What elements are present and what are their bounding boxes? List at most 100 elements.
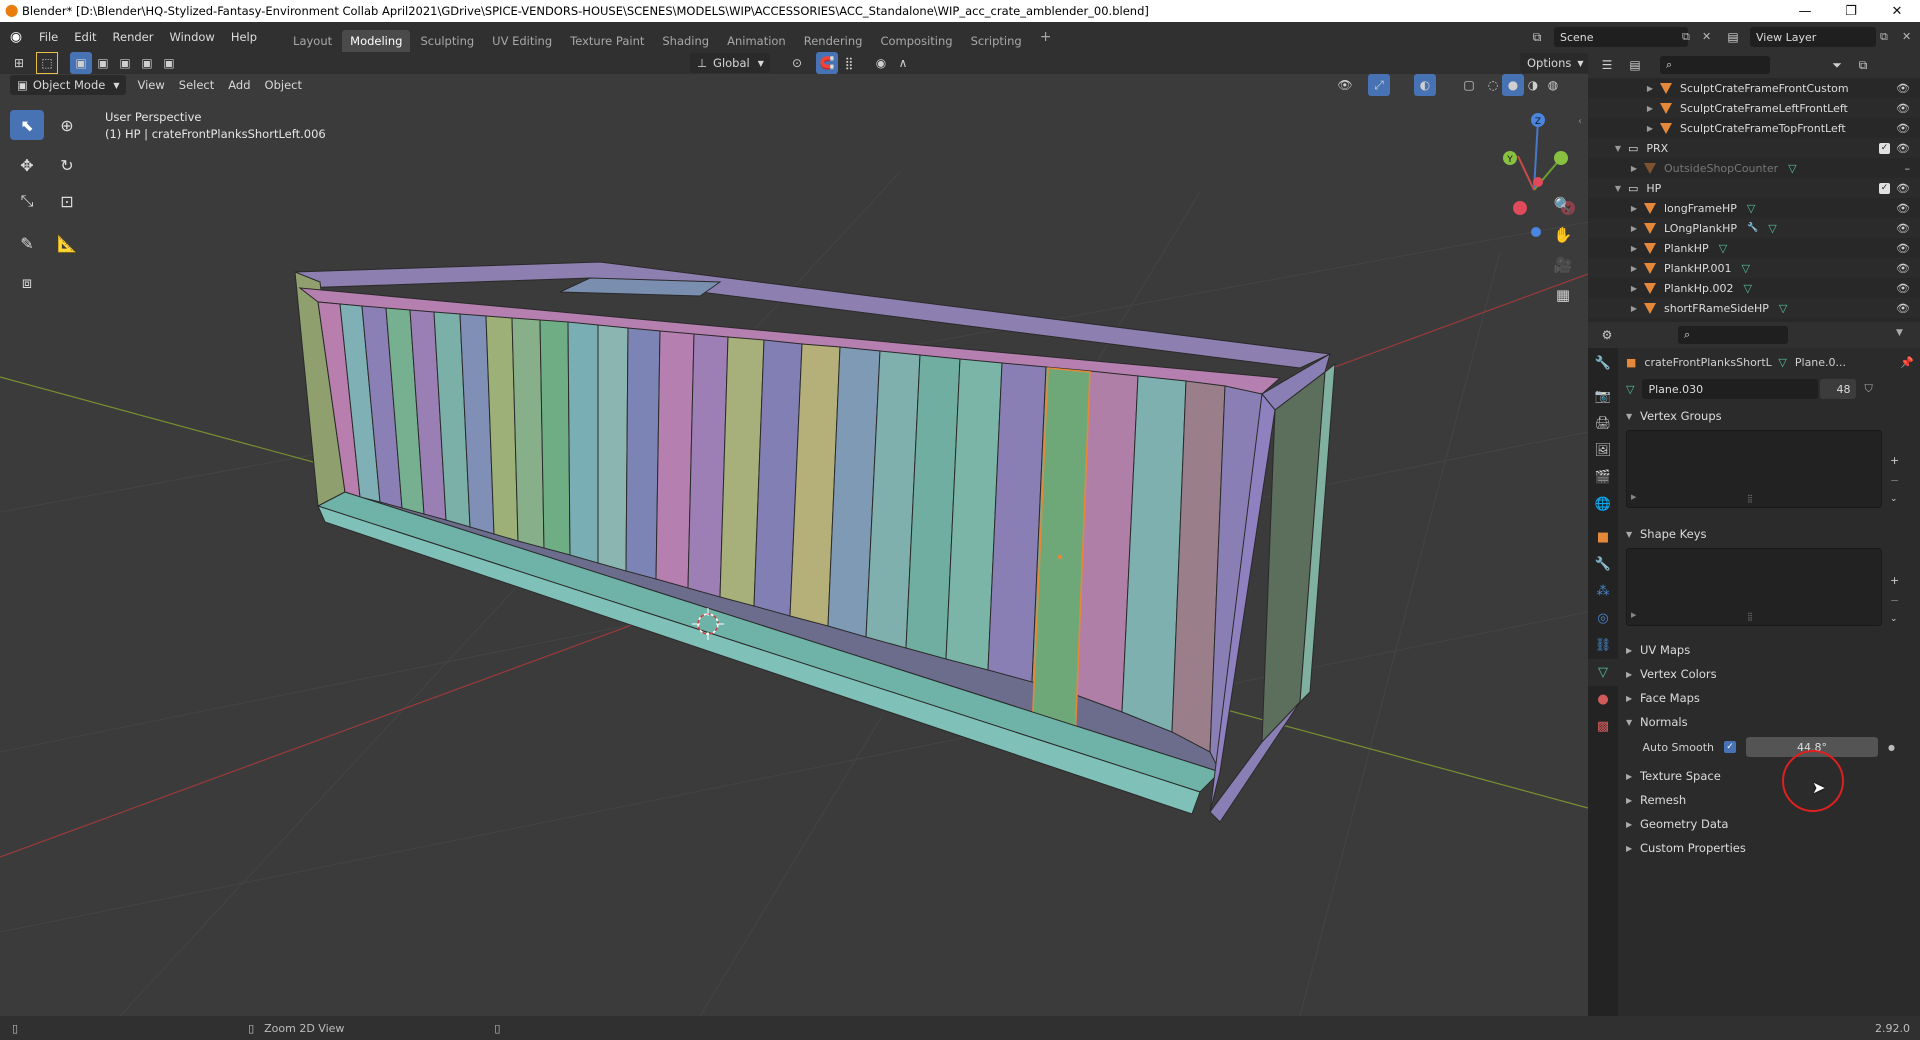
- menu-render[interactable]: Render: [105, 22, 162, 52]
- remove-shape-key-button[interactable]: −: [1890, 594, 1899, 607]
- outliner-item[interactable]: ▶ PlankHP ▽ 👁: [1588, 238, 1920, 258]
- mesh-data-icon[interactable]: ▽: [1779, 302, 1787, 315]
- 3d-viewport[interactable]: Z Y X ⊞ ⬚ ▣ ▣ ▣ ▣ ▣ ⊥ Global ▼ ⊙ 🧲 ⣿ ◉ ∧…: [0, 52, 1588, 1016]
- menu-edit[interactable]: Edit: [66, 22, 104, 52]
- add-cube-tool-icon[interactable]: ⧈: [10, 268, 44, 298]
- chevron-right-icon[interactable]: ▶: [1631, 493, 1636, 501]
- outliner-item[interactable]: ▶ SculptCrateFrameLeftFrontLeft 👁: [1588, 98, 1920, 118]
- chevron-right-icon[interactable]: ▶: [1628, 204, 1640, 213]
- visibility-eye-icon[interactable]: 👁: [1896, 122, 1910, 135]
- scale-tool-icon[interactable]: ⤡: [10, 186, 44, 216]
- tab-compositing[interactable]: Compositing: [872, 30, 960, 52]
- menu-help[interactable]: Help: [223, 22, 265, 52]
- exclude-checkbox[interactable]: ✓: [1879, 142, 1890, 154]
- user-count-badge[interactable]: 48: [1820, 379, 1857, 399]
- render-tab-icon[interactable]: 📷: [1588, 383, 1618, 410]
- outliner-item[interactable]: ▶ longFrameHP ▽ 👁: [1588, 198, 1920, 218]
- chevron-right-icon[interactable]: ▶: [1644, 104, 1656, 113]
- shading-wireframe-icon[interactable]: ◌: [1482, 74, 1504, 96]
- outliner-item[interactable]: ▶ PlankHP.001 ▽ 👁: [1588, 258, 1920, 278]
- shading-material-icon[interactable]: ◑: [1522, 74, 1544, 96]
- new-collection-icon[interactable]: ⧉: [1852, 54, 1874, 76]
- chevron-right-icon[interactable]: ▶: [1628, 224, 1640, 233]
- transform-tool-icon[interactable]: ⊡: [50, 186, 84, 216]
- mesh-data-icon[interactable]: ▽: [1741, 262, 1749, 275]
- particles-tab-icon[interactable]: ⁂: [1588, 578, 1618, 605]
- outliner-item[interactable]: ▶ OutsideShopCounter ▽ –: [1588, 158, 1920, 178]
- shape-keys-panel-header[interactable]: ▼ Shape Keys: [1618, 522, 1920, 546]
- mesh-browse-icon[interactable]: ▽: [1626, 383, 1634, 396]
- chevron-right-icon[interactable]: ▶: [1628, 304, 1640, 313]
- blender-menu-icon[interactable]: ◉: [5, 26, 27, 48]
- tab-rendering[interactable]: Rendering: [796, 30, 871, 52]
- chevron-right-icon[interactable]: ▶: [1644, 84, 1656, 93]
- scene-icon[interactable]: ⧉: [1526, 26, 1548, 48]
- vertex-groups-list[interactable]: ▶ ⣿: [1626, 430, 1882, 508]
- annotate-tool-icon[interactable]: ✎: [10, 228, 44, 258]
- snap-target-icon[interactable]: ⣿: [838, 52, 860, 74]
- vertex-groups-panel-header[interactable]: ▼ Vertex Groups: [1618, 404, 1920, 428]
- pivot-point-icon[interactable]: ⊙: [786, 52, 808, 74]
- tab-sculpting[interactable]: Sculpting: [412, 30, 482, 52]
- mode-invert-icon[interactable]: ▣: [136, 52, 158, 74]
- pan-hand-icon[interactable]: ✋: [1550, 222, 1576, 248]
- mesh-data-icon[interactable]: ▽: [1719, 242, 1727, 255]
- proportional-edit-icon[interactable]: ◉: [870, 52, 892, 74]
- ortho-grid-icon[interactable]: ▦: [1550, 282, 1576, 308]
- snap-toggle-icon[interactable]: 🧲: [816, 52, 838, 74]
- mesh-data-icon[interactable]: ▽: [1768, 222, 1776, 235]
- viewport-menu-select[interactable]: Select: [172, 75, 221, 95]
- maximize-button[interactable]: ❐: [1828, 0, 1874, 22]
- keyframe-dot-icon[interactable]: ●: [1888, 743, 1895, 752]
- visibility-eye-icon[interactable]: 👁: [1896, 82, 1910, 95]
- constraints-tab-icon[interactable]: ⛓: [1588, 632, 1618, 659]
- object-mode-dropdown[interactable]: ▣ Object Mode ▼: [10, 75, 127, 95]
- shading-rendered-icon[interactable]: ◍: [1542, 74, 1564, 96]
- visibility-eye-icon[interactable]: 👁: [1896, 182, 1910, 195]
- shape-keys-list[interactable]: ▶ ⣿: [1626, 548, 1882, 626]
- properties-editor-icon[interactable]: ⚙: [1596, 324, 1618, 346]
- view-layer-selector[interactable]: View Layer: [1750, 27, 1876, 47]
- chevron-down-icon[interactable]: ▼: [1612, 144, 1624, 153]
- world-tab-icon[interactable]: 🌐: [1588, 491, 1618, 518]
- zoom-icon[interactable]: 🔍: [1550, 192, 1576, 218]
- chevron-right-icon[interactable]: ▶: [1644, 124, 1656, 133]
- chevron-down-icon[interactable]: ▼: [1612, 184, 1624, 193]
- object-tab-icon[interactable]: ■: [1588, 524, 1618, 551]
- camera-view-icon[interactable]: 🎥: [1550, 252, 1576, 278]
- output-tab-icon[interactable]: 🖨: [1588, 410, 1618, 437]
- select-box-tool-icon[interactable]: ⬚: [36, 52, 58, 74]
- sidebar-toggle-icon[interactable]: ‹: [1578, 116, 1582, 127]
- viewport-scene[interactable]: Z Y X: [0, 52, 1588, 1016]
- add-workspace-button[interactable]: +: [1032, 26, 1060, 48]
- texture-tab-icon[interactable]: ▩: [1588, 713, 1618, 740]
- visibility-eye-icon[interactable]: 👁: [1896, 142, 1910, 155]
- gizmo-toggle-icon[interactable]: ⤢: [1368, 74, 1390, 96]
- visibility-icon[interactable]: 👁: [1334, 74, 1356, 96]
- xray-toggle-icon[interactable]: ▢: [1458, 74, 1480, 96]
- viewport-menu-view[interactable]: View: [130, 75, 171, 95]
- tab-modeling[interactable]: Modeling: [342, 30, 411, 52]
- menu-window[interactable]: Window: [161, 22, 222, 52]
- scene-tab-icon[interactable]: 🎬: [1588, 464, 1618, 491]
- visibility-eye-icon[interactable]: 👁: [1896, 242, 1910, 255]
- mode-subtract-icon[interactable]: ▣: [114, 52, 136, 74]
- visibility-eye-icon[interactable]: 👁: [1896, 302, 1910, 315]
- mesh-data-icon[interactable]: ▽: [1788, 162, 1796, 175]
- outliner-item[interactable]: ▼ ▭ PRX ✓ 👁: [1588, 138, 1920, 158]
- pin-icon[interactable]: 📌: [1900, 356, 1914, 369]
- menu-file[interactable]: File: [31, 22, 66, 52]
- mesh-data-icon[interactable]: ▽: [1747, 202, 1755, 215]
- transform-orientation-dropdown[interactable]: ⊥ Global ▼: [690, 53, 770, 73]
- outliner-search-input[interactable]: ⌕: [1660, 56, 1770, 74]
- tab-texture-paint[interactable]: Texture Paint: [562, 30, 652, 52]
- tab-uv-editing[interactable]: UV Editing: [484, 30, 560, 52]
- delete-view-layer-icon[interactable]: ✕: [1902, 30, 1911, 43]
- close-button[interactable]: ✕: [1874, 0, 1920, 22]
- auto-smooth-checkbox[interactable]: ✓: [1724, 741, 1736, 753]
- viewport-menu-add[interactable]: Add: [221, 75, 257, 95]
- texture-space-panel-header[interactable]: ▶ Texture Space: [1618, 764, 1920, 788]
- overlay-toggle-icon[interactable]: ◐: [1414, 74, 1436, 96]
- move-tool-icon[interactable]: ✥: [10, 150, 44, 180]
- face-maps-panel-header[interactable]: ▶ Face Maps: [1618, 686, 1920, 710]
